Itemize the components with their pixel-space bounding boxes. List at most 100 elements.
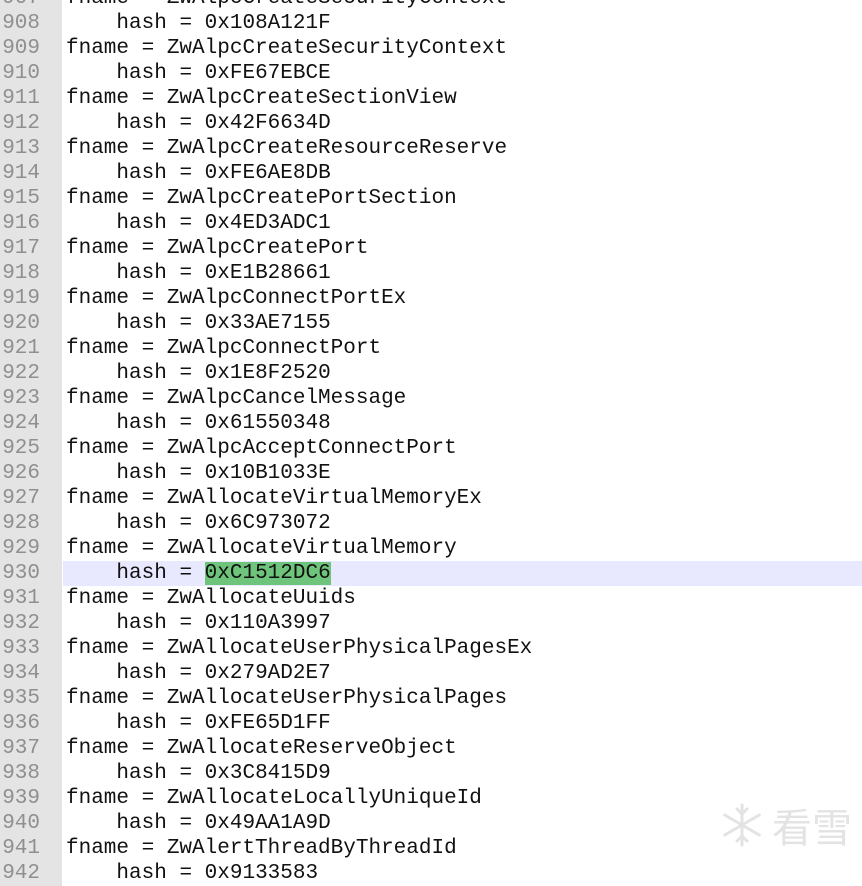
code-line[interactable]: 937 fname = ZwAllocateReserveObject [0,736,862,761]
code-text[interactable]: fname = ZwAlpcCreatePort [66,236,368,261]
assign-operator: = [129,187,167,210]
code-text[interactable]: hash = 0x42F6634D [66,111,331,136]
code-text[interactable]: fname = ZwAlertThreadByThreadId [66,836,457,861]
code-text[interactable]: fname = ZwAllocateUserPhysicalPagesEx [66,636,532,661]
code-line[interactable]: 911 fname = ZwAlpcCreateSectionView [0,86,862,111]
fname-value: ZwAllocateVirtualMemory [166,537,457,560]
code-line[interactable]: 931 fname = ZwAllocateUuids [0,586,862,611]
code-line[interactable]: 907 fname = ZwAlpcCreateSecurityContext [0,0,862,11]
assign-operator: = [166,162,205,185]
code-line[interactable]: 927 fname = ZwAllocateVirtualMemoryEx [0,486,862,511]
code-text[interactable]: hash = 0x3C8415D9 [66,761,330,786]
code-text[interactable]: fname = ZwAlpcCreateSecurityContext [66,36,507,61]
code-text[interactable]: fname = ZwAllocateVirtualMemory [66,536,457,561]
code-text[interactable]: fname = ZwAlpcCreateSectionView [66,86,457,111]
code-line[interactable]: 934 hash = 0x279AD2E7 [0,661,862,686]
code-line[interactable]: 912 hash = 0x42F6634D [0,111,862,136]
hash-key: hash [116,162,167,185]
code-text[interactable]: fname = ZwAlpcCreatePortSection [66,186,457,211]
fname-key: fname [66,87,130,110]
code-text[interactable]: hash = 0xFE67EBCE [66,61,330,86]
code-text[interactable]: fname = ZwAllocateUuids [66,586,356,611]
fname-value: ZwAlpcCreateSectionView [166,87,457,110]
fname-value: ZwAllocateLocallyUniqueId [166,787,482,810]
line-number: 928 [0,511,40,536]
code-editor[interactable]: 907fname = ZwAlpcCreateSecurityContext90… [0,0,862,886]
code-line[interactable]: 920 hash = 0x33AE7155 [0,311,862,336]
line-number: 917 [0,236,40,261]
code-line[interactable]: 915 fname = ZwAlpcCreatePortSection [0,186,862,211]
code-text[interactable]: fname = ZwAlpcCreateResourceReserve [66,136,507,161]
watermark-text: 看雪 [772,806,852,852]
fname-value: ZwAlpcCreateSecurityContext [166,37,508,60]
code-line[interactable]: 909 fname = ZwAlpcCreateSecurityContext [0,36,862,61]
code-text[interactable]: hash = 0x10B1033E [66,461,330,486]
fname-key: fname [66,187,130,210]
code-text[interactable]: hash = 0xC1512DC6 [66,561,331,586]
code-text[interactable]: hash = 0x279AD2E7 [66,661,330,686]
code-text[interactable]: fname = ZwAllocateLocallyUniqueId [66,786,482,811]
line-number: 927 [0,486,40,511]
line-number: 911 [0,86,40,111]
code-text[interactable]: fname = ZwAllocateUserPhysicalPages [66,686,507,711]
fname-key: fname [66,637,130,660]
code-line[interactable]: 910 hash = 0xFE67EBCE [0,61,862,86]
watermark: 看雪 [718,796,852,854]
code-line[interactable]: 908 hash = 0x108A121F [0,11,862,36]
code-text[interactable]: fname = ZwAlpcConnectPortEx [66,286,406,311]
code-line[interactable]: 936 hash = 0xFE65D1FF [0,711,862,736]
code-text[interactable]: fname = ZwAlpcAcceptConnectPort [66,436,457,461]
code-line[interactable]: 929 fname = ZwAllocateVirtualMemory [0,536,862,561]
code-line[interactable]: 926 hash = 0x10B1033E [0,461,862,486]
code-text[interactable]: fname = ZwAlpcCancelMessage [66,386,406,411]
code-line[interactable]: 933 fname = ZwAllocateUserPhysicalPagesEx [0,636,862,661]
hash-key: hash [116,12,167,35]
code-text[interactable]: fname = ZwAlpcCreateSecurityContext [66,0,507,11]
code-line[interactable]: 916 hash = 0x4ED3ADC1 [0,211,862,236]
hash-value: 0x42F6634D [204,112,331,135]
hash-key: hash [116,512,167,535]
code-line[interactable]: 923 fname = ZwAlpcCancelMessage [0,386,862,411]
code-text[interactable]: hash = 0xFE65D1FF [66,711,330,736]
fname-value: ZwAlpcConnectPort [166,337,382,360]
hash-key: hash [116,762,167,785]
code-text[interactable]: hash = 0x4ED3ADC1 [66,211,330,236]
code-line[interactable]: 928 hash = 0x6C973072 [0,511,862,536]
code-line[interactable]: 921 fname = ZwAlpcConnectPort [0,336,862,361]
code-text[interactable]: hash = 0x61550348 [66,411,330,436]
code-text[interactable]: fname = ZwAlpcConnectPort [66,336,381,361]
code-text[interactable]: hash = 0x110A3997 [66,611,330,636]
assign-operator: = [166,712,205,735]
fname-key: fname [66,337,130,360]
code-text[interactable]: hash = 0xFE6AE8DB [66,161,330,186]
code-line[interactable]: 914 hash = 0xFE6AE8DB [0,161,862,186]
code-text[interactable]: hash = 0x49AA1A9D [66,811,331,836]
hash-value: 0x49AA1A9D [204,812,331,835]
code-line[interactable]: 935 fname = ZwAllocateUserPhysicalPages [0,686,862,711]
code-line[interactable]: 938 hash = 0x3C8415D9 [0,761,862,786]
code-line[interactable]: 924 hash = 0x61550348 [0,411,862,436]
code-line[interactable]: 922 hash = 0x1E8F2520 [0,361,862,386]
line-number: 925 [0,436,40,461]
code-text[interactable]: fname = ZwAllocateReserveObject [66,736,457,761]
code-text[interactable]: hash = 0x108A121F [66,11,330,36]
code-line[interactable]: 925 fname = ZwAlpcAcceptConnectPort [0,436,862,461]
code-text[interactable]: hash = 0xE1B28661 [66,261,330,286]
fname-value: ZwAllocateUserPhysicalPagesEx [166,637,533,660]
code-line[interactable]: 917 fname = ZwAlpcCreatePort [0,236,862,261]
code-line[interactable]: 918 hash = 0xE1B28661 [0,261,862,286]
code-text[interactable]: hash = 0x1E8F2520 [66,361,330,386]
code-text[interactable]: fname = ZwAllocateVirtualMemoryEx [66,486,482,511]
code-line[interactable]: 913 fname = ZwAlpcCreateResourceReserve [0,136,862,161]
code-text[interactable]: hash = 0x6C973072 [66,511,330,536]
code-line-current[interactable]: 930 hash = 0xC1512DC6 [0,561,862,586]
code-line[interactable]: 932 hash = 0x110A3997 [0,611,862,636]
line-number: 922 [0,361,40,386]
code-line[interactable]: 919 fname = ZwAlpcConnectPortEx [0,286,862,311]
code-text[interactable]: hash = 0x33AE7155 [66,311,330,336]
